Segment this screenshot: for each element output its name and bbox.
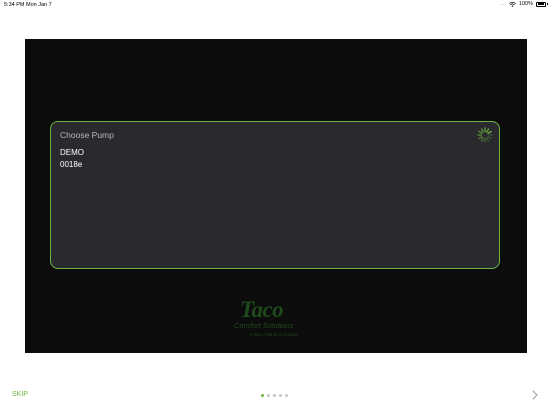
pump-item[interactable]: DEMO <box>60 147 84 159</box>
panel-title: Choose Pump <box>60 130 114 140</box>
page-dot[interactable] <box>285 394 288 397</box>
battery-icon <box>536 1 546 7</box>
page-dot[interactable] <box>267 394 270 397</box>
pump-list: DEMO 0018e <box>60 147 84 171</box>
chevron-right-icon <box>532 390 538 400</box>
app-screen: Choose Pump DEMO 0018e Taco Comfort Solu… <box>25 39 527 353</box>
spinner-spoke <box>487 130 492 134</box>
page-dot[interactable] <box>279 394 282 397</box>
page-dot[interactable] <box>261 394 264 397</box>
spinner-spoke <box>486 137 490 142</box>
next-button[interactable] <box>530 389 540 401</box>
taco-logo: Taco Comfort Solutions A Taco Family Com… <box>234 297 318 343</box>
signal-indicator: .... <box>499 1 506 7</box>
spinner-spoke <box>480 128 484 133</box>
spinner-spoke <box>487 136 492 140</box>
wifi-icon <box>508 1 516 7</box>
logo-wordmark: Taco <box>240 297 284 322</box>
page-dot[interactable] <box>273 394 276 397</box>
choose-pump-panel: Choose Pump DEMO 0018e <box>50 121 500 269</box>
logo-tagline: A Taco Family Company <box>250 332 299 337</box>
status-date: Mon Jan 7 <box>26 2 52 8</box>
pump-item[interactable]: 0018e <box>60 159 84 171</box>
spinner-spoke <box>486 128 490 133</box>
spinner-spoke <box>478 136 483 140</box>
status-indicators: .... 100% <box>500 1 548 7</box>
status-time: 5:34 PM <box>4 2 25 8</box>
loading-spinner-icon <box>477 127 493 143</box>
battery-tip <box>547 3 548 5</box>
skip-button[interactable]: SKIP <box>12 391 28 398</box>
status-bar: 5:34 PM Mon Jan 7 .... 100% <box>0 0 552 10</box>
spinner-spoke <box>478 130 483 134</box>
spinner-spoke <box>480 137 484 142</box>
page-indicator <box>261 394 288 397</box>
battery-percent: 100% <box>518 1 533 7</box>
logo-subtitle: Comfort Solutions <box>234 321 294 330</box>
